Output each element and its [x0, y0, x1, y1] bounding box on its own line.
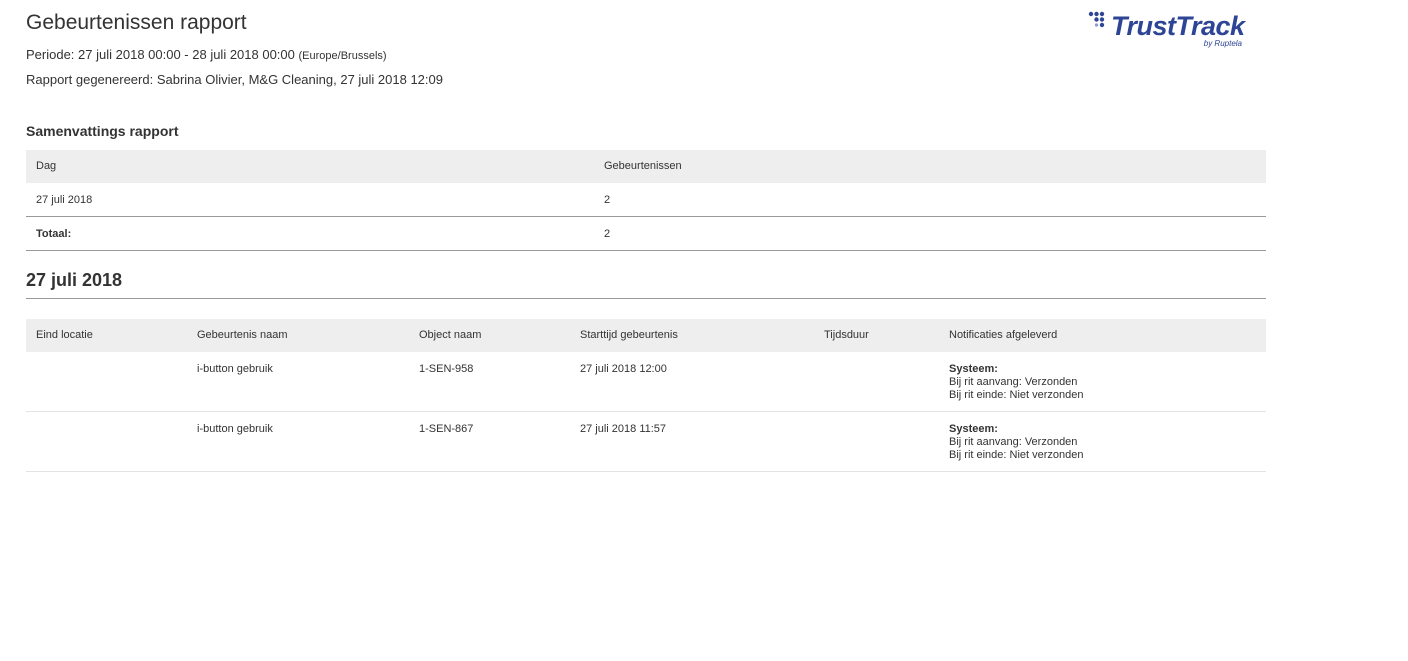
table-row: 27 juli 2018 2: [26, 183, 1266, 217]
notif-line: Bij rit aanvang: Verzonden: [949, 376, 1078, 388]
summary-dag: 27 juli 2018: [36, 194, 93, 206]
table-row: i-button gebruik 1-SEN-867 27 juli 2018 …: [26, 412, 1266, 472]
notif-line: Bij rit einde: Niet verzonden: [949, 389, 1084, 401]
summary-header-gebeurtenissen: Gebeurtenissen: [604, 160, 682, 172]
starttijd: 27 juli 2018 12:00: [580, 363, 667, 375]
object-naam: 1-SEN-867: [419, 423, 474, 435]
notif-line: Bij rit einde: Niet verzonden: [949, 449, 1084, 461]
trusttrack-logo: TrustTrack by Ruptela: [1088, 10, 1248, 52]
summary-gebeurtenissen: 2: [604, 194, 611, 206]
notificaties: Systeem: Bij rit aanvang: Verzonden Bij …: [949, 423, 1084, 462]
logo-sub: by Ruptela: [1203, 39, 1242, 48]
summary-title: Samenvattings rapport: [26, 123, 179, 139]
header-gebeurtenis-naam: Gebeurtenis naam: [197, 329, 288, 341]
header-object-naam: Object naam: [419, 329, 482, 341]
summary-table: Dag Gebeurtenissen 27 juli 2018 2 Totaal…: [26, 150, 1266, 251]
table-row: i-button gebruik 1-SEN-958 27 juli 2018 …: [26, 352, 1266, 412]
notificaties: Systeem: Bij rit aanvang: Verzonden Bij …: [949, 363, 1084, 402]
header-starttijd: Starttijd gebeurtenis: [580, 329, 678, 341]
header-notificaties: Notificaties afgeleverd: [949, 329, 1058, 341]
notif-title: Systeem:: [949, 363, 998, 375]
period-value: 27 juli 2018 00:00 - 28 juli 2018 00:00: [78, 47, 295, 62]
gebeurtenis-naam: i-button gebruik: [197, 423, 273, 435]
logo-name: TrustTrack: [1111, 11, 1245, 41]
header-tijdsduur: Tijdsduur: [824, 329, 869, 341]
summary-total-value: 2: [604, 228, 611, 240]
summary-header-row: Dag Gebeurtenissen: [26, 150, 1266, 183]
starttijd: 27 juli 2018 11:57: [580, 423, 667, 435]
notif-title: Systeem:: [949, 423, 998, 435]
summary-total-row: Totaal: 2: [26, 217, 1266, 251]
object-naam: 1-SEN-958: [419, 363, 474, 375]
logo-dots-icon: [1088, 11, 1105, 28]
gebeurtenis-naam: i-button gebruik: [197, 363, 273, 375]
notif-line: Bij rit aanvang: Verzonden: [949, 436, 1078, 448]
report-period: Periode: 27 juli 2018 00:00 - 28 juli 20…: [26, 47, 387, 62]
report-title: Gebeurtenissen rapport: [26, 11, 247, 34]
day-section-title: 27 juli 2018: [26, 270, 1266, 299]
header-eind-locatie: Eind locatie: [36, 329, 93, 341]
events-header-row: Eind locatie Gebeurtenis naam Object naa…: [26, 319, 1266, 352]
period-label: Periode:: [26, 47, 75, 62]
events-table: Eind locatie Gebeurtenis naam Object naa…: [26, 319, 1266, 472]
summary-total-label: Totaal:: [36, 228, 72, 240]
period-timezone: (Europe/Brussels): [298, 50, 387, 62]
summary-header-dag: Dag: [36, 160, 57, 172]
report-generated: Rapport gegenereerd: Sabrina Olivier, M&…: [26, 72, 443, 87]
